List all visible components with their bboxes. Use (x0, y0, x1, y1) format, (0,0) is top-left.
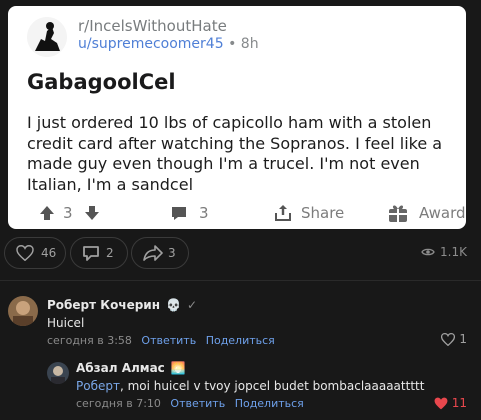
comment-meta: сегодня в 7:10 Ответить Поделиться (76, 397, 304, 410)
comment-author[interactable]: Абзал Алмас 🌅 (76, 361, 186, 375)
comment-author[interactable]: Роберт Кочерин 💀 ✓ (47, 298, 197, 312)
comment-time: сегодня в 3:58 (47, 334, 132, 347)
share-icon (275, 205, 291, 221)
heart-icon (441, 332, 456, 346)
like-count: 46 (41, 246, 57, 260)
avatar[interactable] (47, 362, 69, 384)
award-button[interactable]: Award (388, 202, 466, 224)
subreddit-avatar[interactable] (27, 17, 67, 57)
skull-badge-icon: 💀 (166, 298, 181, 312)
comment-meta: сегодня в 3:58 Ответить Поделиться (47, 334, 275, 347)
reply-link[interactable]: Ответить (170, 397, 225, 410)
views-count: 1.1K (440, 245, 467, 259)
reply-link[interactable]: Ответить (141, 334, 196, 347)
sunset-badge-icon: 🌅 (170, 361, 186, 375)
avatar[interactable] (8, 296, 38, 326)
post-body: I just ordered 10 lbs of capicollo ham w… (27, 113, 443, 194)
divider (0, 280, 481, 281)
comment-item: Роберт Кочерин 💀 ✓ Huicel сегодня в 3:58… (0, 292, 481, 350)
share-label: Share (301, 204, 345, 222)
views-counter: 1.1K (421, 245, 467, 259)
author-name: Абзал Алмас (76, 361, 165, 375)
comment-like-count: 1 (459, 332, 467, 346)
share-count: 3 (168, 246, 176, 260)
dot-separator: • (228, 36, 241, 52)
comment-bubble-icon (83, 245, 99, 261)
comment-like-button[interactable]: 1 (441, 332, 467, 346)
vote-count: 3 (63, 204, 73, 222)
comment-bubble-icon (172, 207, 186, 220)
like-button[interactable]: 46 (4, 237, 66, 269)
share-link[interactable]: Поделиться (235, 397, 304, 410)
award-label: Award (419, 204, 466, 222)
post-actions: 3 3 Share Award (8, 202, 466, 226)
repost-button[interactable]: 3 (131, 237, 189, 269)
comment-stats-button[interactable]: 2 (70, 237, 128, 269)
comment-count: 3 (199, 204, 209, 222)
post-card[interactable]: r/IncelsWithoutHate u/supremecoomer45 • … (8, 6, 466, 229)
post-title[interactable]: GabagoolCel (27, 70, 176, 94)
upvote-button[interactable] (38, 202, 56, 224)
post-author-line: u/supremecoomer45 • 8h (78, 36, 259, 52)
heart-filled-icon (434, 397, 448, 409)
comment-like-button[interactable]: 11 (434, 396, 467, 410)
heart-icon (16, 245, 34, 261)
author-name: Роберт Кочерин (47, 298, 160, 312)
subreddit-name[interactable]: r/IncelsWithoutHate (78, 17, 227, 35)
award-gift-icon (389, 205, 407, 222)
comment-reply-item: Абзал Алмас 🌅 Роберт, moi huicel v tvoy … (0, 358, 481, 414)
post-author[interactable]: u/supremecoomer45 (78, 36, 224, 52)
post-time: 8h (240, 36, 259, 52)
post-stats-bar: 46 2 3 1.1K (0, 234, 481, 274)
share-button[interactable]: Share (274, 202, 344, 224)
comment-time: сегодня в 7:10 (76, 397, 161, 410)
comment-text: Huicel (47, 316, 85, 330)
share-link[interactable]: Поделиться (206, 334, 275, 347)
comments-button[interactable]: 3 (170, 202, 209, 224)
comment-stat-count: 2 (106, 246, 114, 260)
downvote-button[interactable] (83, 202, 101, 224)
comment-like-count: 11 (451, 396, 467, 410)
downvote-arrow-icon (85, 206, 99, 220)
upvote-arrow-icon (40, 206, 54, 220)
mention-link[interactable]: Роберт (76, 379, 120, 393)
eye-icon (421, 248, 435, 256)
check-icon: ✓ (186, 298, 198, 312)
reply-text: , moi huicel v tvoy jopcel budet bombacl… (119, 379, 425, 393)
share-arrow-icon (143, 245, 163, 261)
comment-text: Роберт, moi huicel v tvoy jopcel budet b… (76, 379, 424, 393)
